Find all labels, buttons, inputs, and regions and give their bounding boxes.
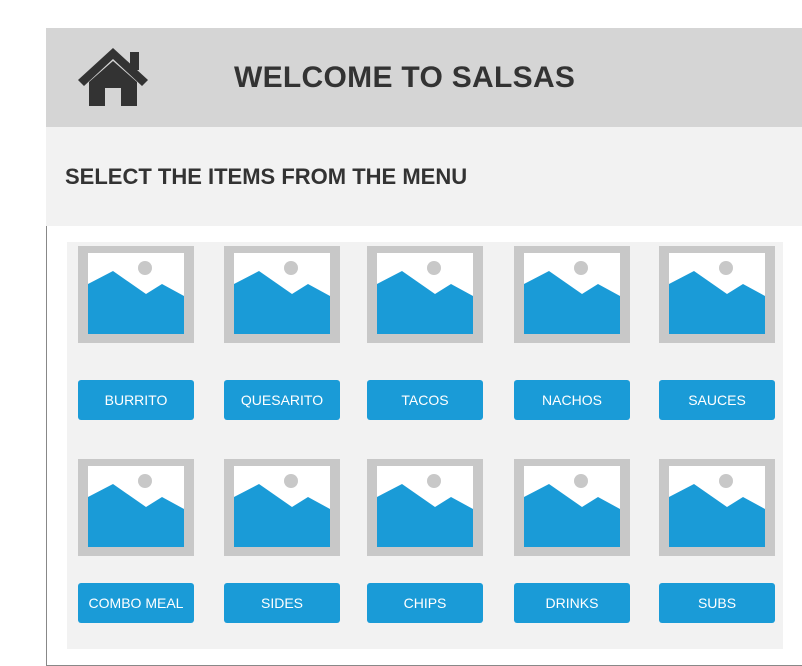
sauces-button[interactable]: SAUCES xyxy=(659,380,775,420)
page-title: WELCOME TO SALSAS xyxy=(234,61,576,94)
image-placeholder-icon xyxy=(224,459,340,556)
header-bar: WELCOME TO SALSAS xyxy=(46,28,802,127)
burrito-button[interactable]: BURRITO xyxy=(78,380,194,420)
image-placeholder-icon xyxy=(514,246,630,343)
quesarito-button[interactable]: QUESARITO xyxy=(224,380,340,420)
chips-button[interactable]: CHIPS xyxy=(367,583,483,623)
menu-content: BURRITO QUESARITO TACOS NACHOS SAUCES CO… xyxy=(46,226,802,666)
section-title: SELECT THE ITEMS FROM THE MENU xyxy=(65,164,468,189)
image-placeholder-icon xyxy=(367,459,483,556)
tacos-button[interactable]: TACOS xyxy=(367,380,483,420)
subheader: SELECT THE ITEMS FROM THE MENU xyxy=(46,127,802,226)
home-icon[interactable] xyxy=(76,46,150,108)
image-placeholder-icon xyxy=(659,246,775,343)
sides-button[interactable]: SIDES xyxy=(224,583,340,623)
image-placeholder-icon xyxy=(367,246,483,343)
image-placeholder-icon xyxy=(514,459,630,556)
image-placeholder-icon xyxy=(659,459,775,556)
image-placeholder-icon xyxy=(78,246,194,343)
app-frame: WELCOME TO SALSAS SELECT THE ITEMS FROM … xyxy=(46,28,802,666)
drinks-button[interactable]: DRINKS xyxy=(514,583,630,623)
nachos-button[interactable]: NACHOS xyxy=(514,380,630,420)
menu-grid: BURRITO QUESARITO TACOS NACHOS SAUCES CO… xyxy=(67,242,783,649)
combo-meal-button[interactable]: COMBO MEAL xyxy=(78,583,194,623)
subs-button[interactable]: SUBS xyxy=(659,583,775,623)
image-placeholder-icon xyxy=(224,246,340,343)
image-placeholder-icon xyxy=(78,459,194,556)
